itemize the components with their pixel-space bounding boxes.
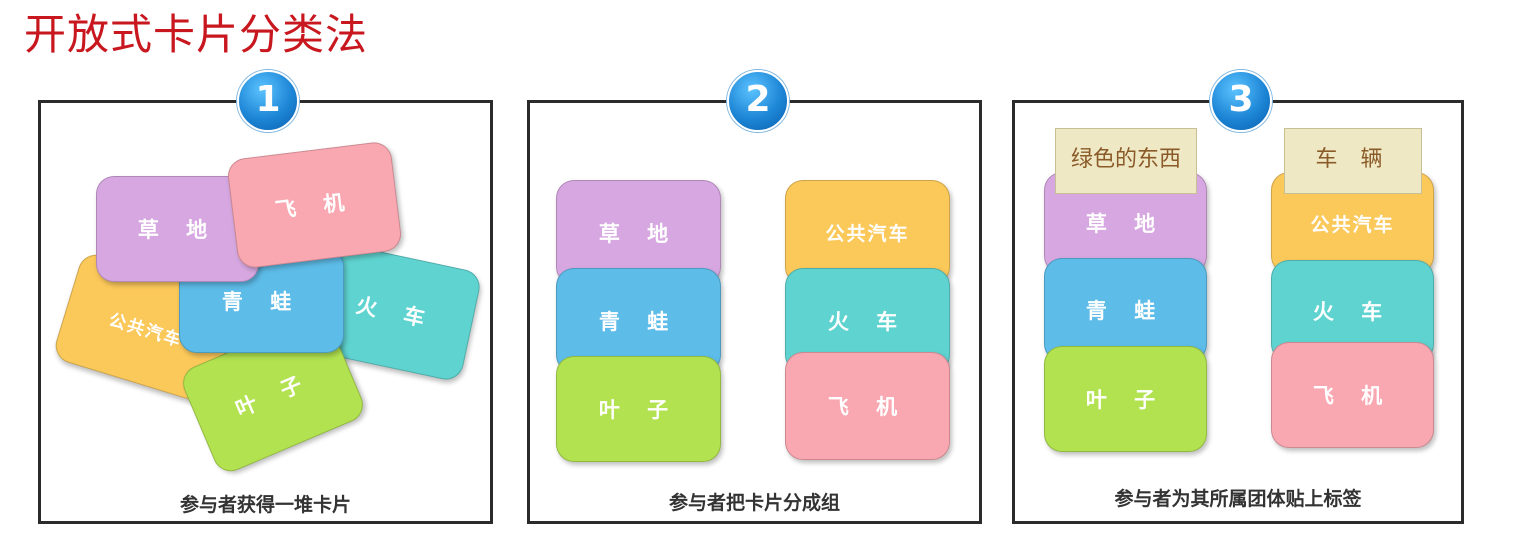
step-2-number-badge: 2 (727, 70, 789, 132)
step-3-caption: 参与者为其所属团体贴上标签 (1114, 488, 1362, 510)
step-3-number-badge: 3 (1210, 70, 1272, 132)
card-plane: 飞 机 (1271, 342, 1434, 448)
card-plane: 飞 机 (225, 140, 404, 270)
card-leaf: 叶 子 (1044, 346, 1207, 452)
step-2-caption: 参与者把卡片分成组 (668, 492, 840, 514)
group-label-vehicles: 车 辆 (1284, 128, 1422, 194)
step-1-number-badge: 1 (237, 70, 299, 132)
card-leaf: 叶 子 (556, 356, 721, 462)
group-label-green-things: 绿色的东西 (1055, 128, 1197, 194)
page-title: 开放式卡片分类法 (24, 10, 369, 59)
card-plane: 飞 机 (785, 352, 950, 460)
step-1-caption: 参与者获得一堆卡片 (179, 494, 351, 516)
